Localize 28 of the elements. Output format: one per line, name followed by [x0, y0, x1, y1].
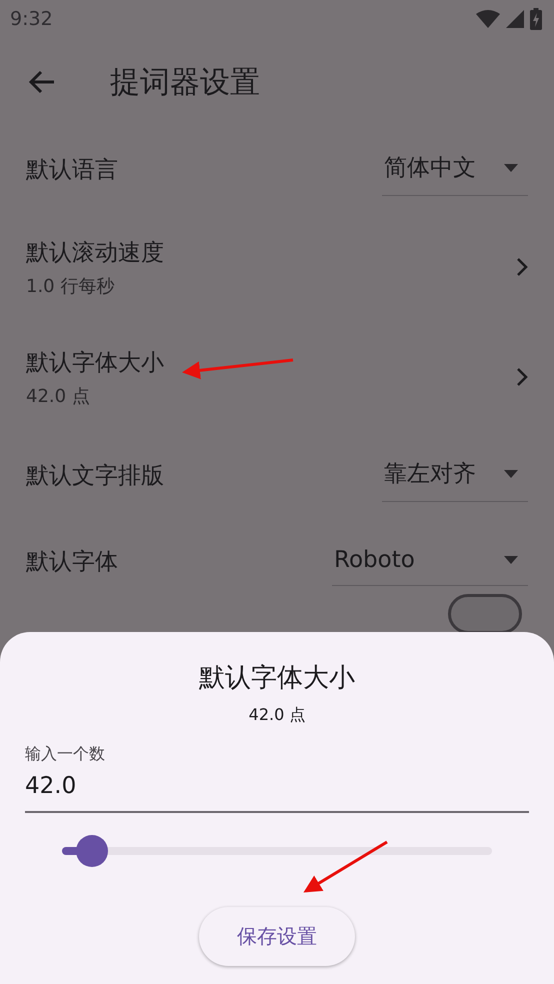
- setting-label: 默认字体大小: [26, 348, 164, 378]
- toggle-switch[interactable]: [448, 594, 522, 634]
- chevron-icon[interactable]: [516, 257, 528, 277]
- sheet-title: 默认字体大小: [199, 662, 355, 695]
- dropdown[interactable]: 简体中文: [382, 142, 528, 196]
- signal-icon: [506, 10, 524, 28]
- setting-value: 42.0 点: [26, 384, 91, 408]
- dropdown[interactable]: Roboto: [332, 536, 528, 586]
- page-title: 提词器设置: [110, 64, 260, 102]
- setting-label: 默认文字排版: [26, 462, 164, 490]
- setting-value: 1.0 行每秒: [26, 274, 116, 298]
- number-input-field[interactable]: 42.0: [25, 773, 529, 813]
- setting-label: 默认语言: [26, 156, 118, 184]
- dropdown[interactable]: 靠左对齐: [382, 448, 528, 502]
- back-arrow-icon[interactable]: [28, 70, 56, 94]
- chevron-icon[interactable]: [516, 367, 528, 387]
- wifi-icon: [476, 10, 500, 28]
- caret-icon: [504, 164, 518, 172]
- field-label: 输入一个数: [25, 744, 105, 765]
- setting-label: 默认滚动速度: [26, 238, 164, 268]
- slider-thumb[interactable]: [76, 835, 108, 867]
- status-time: 9:32: [10, 8, 53, 30]
- caret-icon: [504, 470, 518, 478]
- save-button[interactable]: 保存设置: [199, 907, 355, 966]
- caret-icon: [504, 556, 518, 564]
- battery-icon: [530, 8, 542, 30]
- setting-label: 默认字体: [26, 548, 118, 576]
- sheet-subtitle: 42.0 点: [248, 705, 306, 726]
